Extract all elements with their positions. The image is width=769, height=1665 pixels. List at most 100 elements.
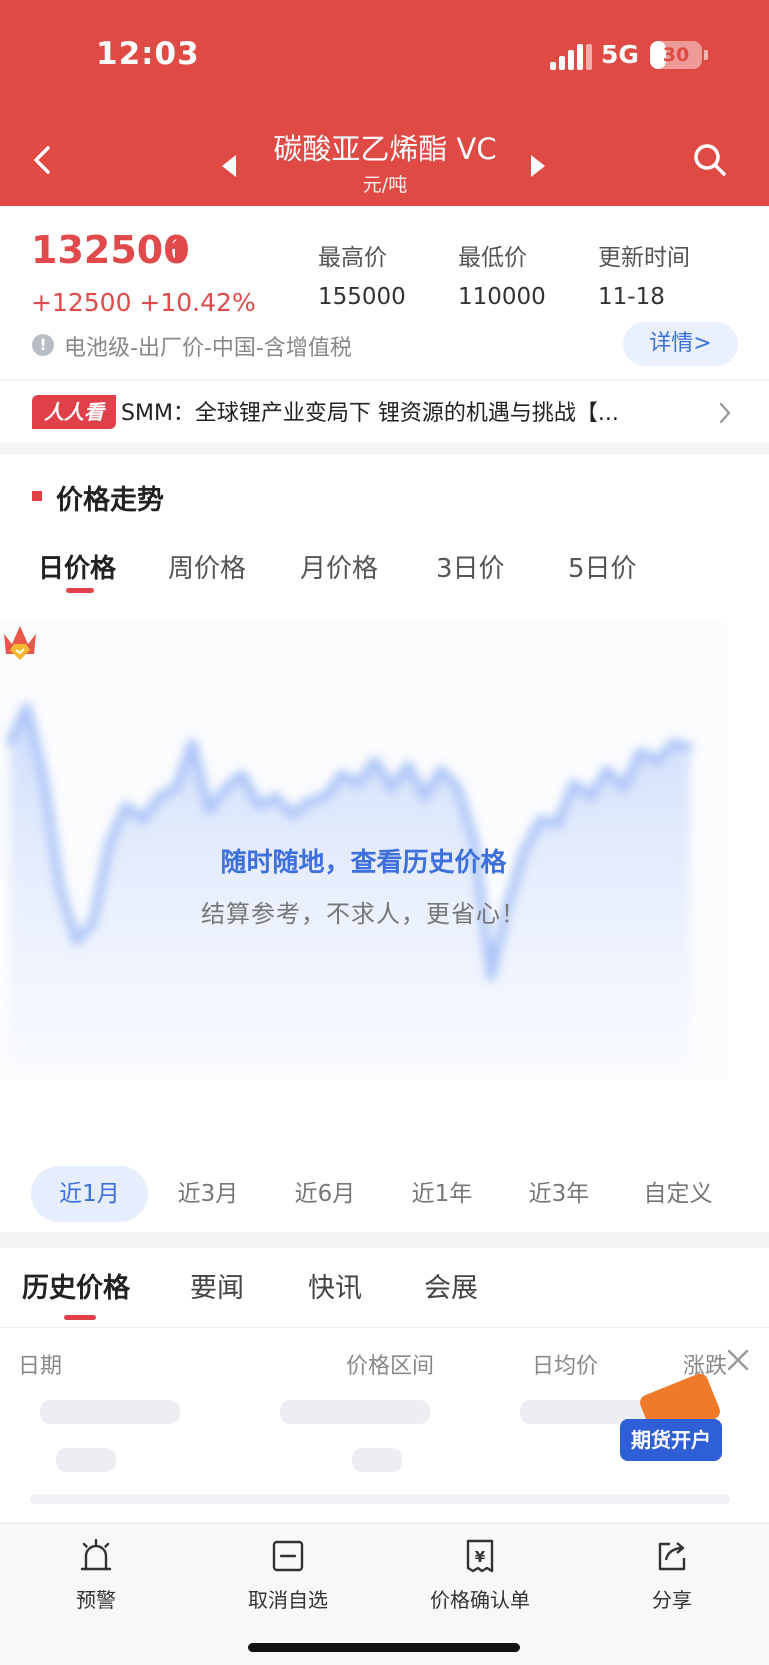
page-title: 碳酸亚乙烯酯 VC xyxy=(273,132,497,166)
minus-square-icon xyxy=(272,1540,304,1572)
crown-icon xyxy=(4,626,36,660)
share-button[interactable]: 分享 xyxy=(602,1538,742,1613)
range-1-month[interactable]: 近1月 xyxy=(31,1166,148,1222)
status-time: 12:03 xyxy=(96,36,200,72)
chart-point xyxy=(670,740,677,746)
app-header: 12:03 5G 30 碳酸亚乙烯酯 VC 元/吨 xyxy=(0,0,769,206)
table-row xyxy=(40,1400,180,1424)
chart-point xyxy=(289,812,295,818)
trend-title: 价格走势 xyxy=(56,485,164,516)
alert-label: 预警 xyxy=(76,1588,116,1612)
signal-icon xyxy=(550,44,592,70)
share-icon xyxy=(658,1542,686,1571)
overlay-title: 随时随地，查看历史价格 xyxy=(220,848,507,878)
promo-label: 期货开户 xyxy=(620,1419,722,1461)
search-icon[interactable] xyxy=(690,140,730,180)
update-time-label: 更新时间 xyxy=(598,245,690,271)
remove-watchlist-label: 取消自选 xyxy=(248,1588,328,1612)
price-summary: 132500 +12500 +10.42% 最高价 155000 最低价 110… xyxy=(0,206,769,379)
chart-point xyxy=(23,704,30,710)
chart-point xyxy=(73,938,80,944)
chart-point xyxy=(139,816,146,823)
col-avg-price: 日均价 xyxy=(532,1354,599,1379)
chart-point xyxy=(156,794,163,800)
chart-point xyxy=(687,744,693,751)
chart-point xyxy=(255,803,262,809)
high-price-label: 最高价 xyxy=(318,245,387,271)
range-6-months[interactable]: 近6月 xyxy=(277,1166,373,1222)
table-row xyxy=(30,1494,730,1504)
next-product-icon[interactable] xyxy=(531,155,545,177)
chart-point xyxy=(454,785,461,791)
high-price-value: 155000 xyxy=(318,284,406,310)
col-price-range: 价格区间 xyxy=(346,1354,435,1379)
close-icon[interactable] xyxy=(724,1346,752,1374)
info-tab-indicator xyxy=(64,1315,96,1320)
chart-point xyxy=(305,798,312,805)
table-row xyxy=(280,1400,430,1424)
tab-3day-price[interactable]: 3日价 xyxy=(436,548,505,585)
chart-point xyxy=(322,794,329,800)
range-1-year[interactable]: 近1年 xyxy=(394,1166,490,1222)
chart-point xyxy=(587,794,594,800)
home-indicator xyxy=(248,1643,520,1652)
price-trend-section: 价格走势 日价格 周价格 月价格 3日价 5日价 随时随地，查看历史价格 结算参… xyxy=(0,454,769,1232)
chart-point xyxy=(56,884,63,890)
detail-button[interactable]: 详情> xyxy=(623,322,738,366)
chart-point xyxy=(40,771,47,778)
low-price-value: 110000 xyxy=(458,284,546,310)
chart-point xyxy=(206,807,212,814)
chart-point xyxy=(222,785,229,791)
chart-point xyxy=(554,821,561,827)
news-headline[interactable]: SMM：全球锂产业变局下 锂资源的机遇与挑战【... xyxy=(121,395,681,427)
chart-point xyxy=(537,816,544,823)
tab-5day-price[interactable]: 5日价 xyxy=(568,548,637,585)
tab-flash-news[interactable]: 快讯 xyxy=(308,1266,362,1305)
app-screen: 12:03 5G 30 碳酸亚乙烯酯 VC 元/吨 132500 +12500 … xyxy=(0,0,769,1665)
svg-text:¥: ¥ xyxy=(475,1548,486,1566)
news-tag: 人人看 xyxy=(32,395,116,429)
range-custom[interactable]: 自定义 xyxy=(630,1166,726,1222)
section-marker xyxy=(32,491,42,501)
tab-weekly-price[interactable]: 周价格 xyxy=(168,548,246,585)
chart-point xyxy=(620,785,627,791)
chart-point xyxy=(421,794,428,800)
update-time-value: 11-18 xyxy=(598,284,665,310)
chart-area xyxy=(10,707,690,1062)
range-3-years[interactable]: 近3年 xyxy=(511,1166,607,1222)
network-type: 5G xyxy=(601,40,639,69)
chart-point xyxy=(388,785,395,791)
range-3-months[interactable]: 近3月 xyxy=(160,1166,256,1222)
info-icon: ! xyxy=(32,334,54,356)
prev-product-icon[interactable] xyxy=(222,155,236,177)
chart-point xyxy=(488,974,494,980)
tab-history-price[interactable]: 历史价格 xyxy=(22,1266,130,1305)
price-up-icon xyxy=(168,238,188,260)
tab-headlines[interactable]: 要闻 xyxy=(190,1266,244,1305)
chart-point xyxy=(189,740,196,746)
alert-button[interactable]: 预警 xyxy=(26,1538,166,1613)
chart-point xyxy=(355,780,362,787)
tab-monthly-price[interactable]: 月价格 xyxy=(300,548,378,585)
chart-point xyxy=(570,780,577,787)
price-confirmation-button[interactable]: ¥ 价格确认单 xyxy=(410,1538,550,1613)
chart-point xyxy=(371,758,378,764)
chart-point xyxy=(239,771,246,778)
futures-account-promo[interactable]: 期货开户 xyxy=(620,1371,724,1473)
chart-point xyxy=(272,794,279,800)
news-ticker[interactable]: 人人看 SMM：全球锂产业变局下 锂资源的机遇与挑战【... xyxy=(0,381,769,443)
chart-point xyxy=(438,767,445,773)
chevron-right-icon[interactable] xyxy=(718,401,732,425)
battery-level: 30 xyxy=(662,44,690,66)
info-tabs: 历史价格 要闻 快讯 会展 xyxy=(0,1248,769,1328)
tab-indicator xyxy=(66,588,94,593)
tab-exhibitions[interactable]: 会展 xyxy=(424,1266,478,1305)
tab-daily-price[interactable]: 日价格 xyxy=(38,548,116,585)
remove-watchlist-button[interactable]: 取消自选 xyxy=(218,1538,358,1613)
price-confirmation-label: 价格确认单 xyxy=(430,1588,530,1612)
back-icon[interactable] xyxy=(28,140,58,180)
battery-icon: 30 xyxy=(650,41,708,69)
low-price-label: 最低价 xyxy=(458,245,527,271)
price-note: 电池级-出厂价-中国-含增值税 xyxy=(64,336,352,361)
table-row xyxy=(56,1448,116,1472)
